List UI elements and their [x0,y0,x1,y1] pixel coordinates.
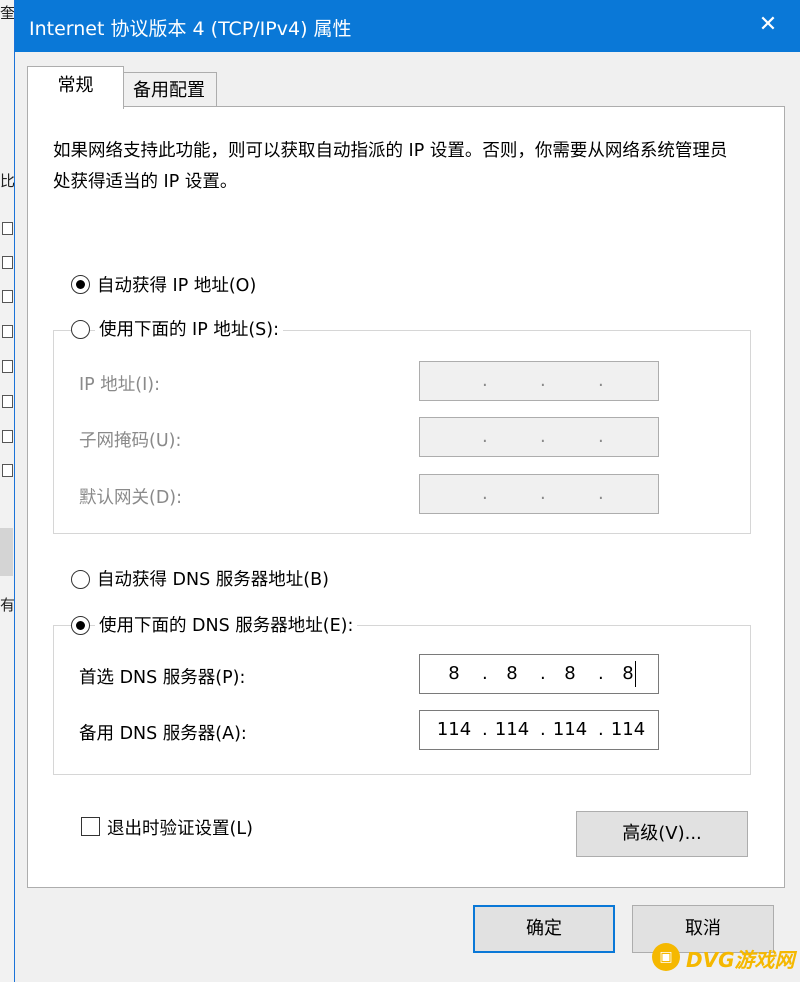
auto-dns-label[interactable]: 自动获得 DNS 服务器地址(B) [97,566,329,591]
auto-dns-radio[interactable] [71,570,90,589]
default-gateway-label: 默认网关(D): [79,488,183,508]
watermark: ▣ DVG游戏网 [652,940,795,974]
tab-alternate-config[interactable]: 备用配置 [121,72,217,108]
manual-dns-label[interactable]: 使用下面的 DNS 服务器地址(E): [95,612,358,637]
alternate-dns-octet-3[interactable]: 114 [551,719,589,740]
background-checkbox [2,256,13,269]
ip-address-input: ... [419,361,659,401]
background-checkbox [2,360,13,373]
alternate-dns-octet-2[interactable]: 114 [493,719,531,740]
dialog-title: Internet 协议版本 4 (TCP/IPv4) 属性 [29,18,352,40]
gamepad-icon: ▣ [652,943,680,971]
background-checkbox [2,430,13,443]
validate-on-exit-label[interactable]: 退出时验证设置(L) [107,815,253,840]
preferred-dns-label: 首选 DNS 服务器(P): [79,668,246,688]
validate-on-exit-checkbox[interactable] [81,817,100,836]
alternate-dns-octet-4[interactable]: 114 [609,719,647,740]
manual-ip-radio[interactable] [71,320,90,339]
background-panel [0,528,13,576]
alternate-dns-input[interactable]: 114 . 114 . 114 . 114 [419,710,659,750]
default-gateway-input: ... [419,474,659,514]
background-checkbox [2,325,13,338]
text-caret [635,661,636,687]
title-bar[interactable]: Internet 协议版本 4 (TCP/IPv4) 属性 ✕ [15,0,800,52]
ip-address-label: IP 地址(I): [79,375,160,395]
advanced-button[interactable]: 高级(V)... [576,811,748,857]
watermark-text: DVG游戏网 [686,948,795,972]
background-window-glyph: 奎 [0,4,16,22]
manual-dns-radio[interactable] [71,616,90,635]
background-checkbox [2,290,13,303]
preferred-dns-octet-3[interactable]: 8 [551,663,589,684]
ok-button[interactable]: 确定 [473,905,615,953]
auto-ip-label[interactable]: 自动获得 IP 地址(O) [97,272,256,297]
subnet-mask-label: 子网掩码(U): [79,431,182,451]
background-window-glyph: 比 [0,172,16,190]
background-checkbox [2,395,13,408]
subnet-mask-input: ... [419,417,659,457]
alternate-dns-label: 备用 DNS 服务器(A): [79,724,247,744]
dns-server-group [53,625,751,775]
background-window: 奎 比 有 [0,0,15,982]
preferred-dns-input[interactable]: 8 . 8 . 8 . 8 [419,654,659,694]
background-checkbox [2,222,13,235]
description-text: 如果网络支持此功能，则可以获取自动指派的 IP 设置。否则，你需要从网络系统管理… [53,141,728,192]
auto-ip-radio[interactable] [71,275,90,294]
manual-ip-label[interactable]: 使用下面的 IP 地址(S): [95,316,283,341]
preferred-dns-octet-1[interactable]: 8 [435,663,473,684]
alternate-dns-octet-1[interactable]: 114 [435,719,473,740]
preferred-dns-octet-4[interactable]: 8 [609,663,647,684]
tab-general[interactable]: 常规 [27,66,124,109]
background-window-glyph: 有 [0,596,16,614]
background-checkbox [2,464,13,477]
preferred-dns-octet-2[interactable]: 8 [493,663,531,684]
tcpip-properties-dialog: Internet 协议版本 4 (TCP/IPv4) 属性 ✕ 备用配置 常规 … [14,0,800,982]
close-icon[interactable]: ✕ [751,8,785,42]
